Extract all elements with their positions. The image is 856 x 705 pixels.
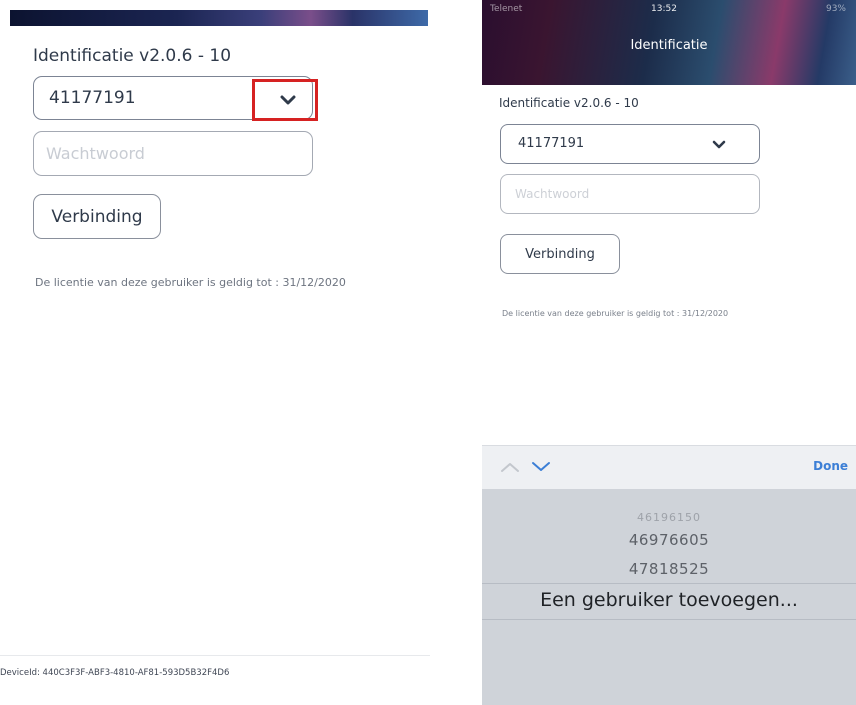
- status-carrier: Telenet: [490, 4, 523, 14]
- picker-option[interactable]: 46196150: [482, 511, 856, 524]
- selected-user-value: 41177191: [49, 88, 136, 108]
- chevron-up-icon[interactable]: [500, 461, 520, 473]
- picker-option[interactable]: 46976605: [482, 531, 856, 549]
- connect-button[interactable]: Verbinding: [500, 234, 620, 274]
- selected-user-value: 41177191: [518, 136, 585, 151]
- picker-option[interactable]: 47818525: [482, 560, 856, 578]
- right-screen: Telenet 13:52 93% Identificatie Identifi…: [482, 0, 856, 705]
- chevron-down-icon: [712, 140, 726, 149]
- dropdown-highlight-box[interactable]: [252, 79, 318, 121]
- password-placeholder: Wachtwoord: [46, 144, 145, 163]
- license-text: De licentie van deze gebruiker is geldig…: [35, 276, 346, 289]
- user-select[interactable]: 41177191: [500, 124, 760, 164]
- chevron-down-icon: [280, 95, 296, 105]
- done-button[interactable]: Done: [813, 459, 848, 473]
- header-bar: Telenet 13:52 93% Identificatie: [482, 0, 856, 85]
- page-title: Identificatie v2.0.6 - 10: [33, 46, 232, 66]
- chevron-down-icon[interactable]: [531, 461, 551, 473]
- picker-selection-bottom-line: [482, 619, 856, 620]
- connect-button[interactable]: Verbinding: [33, 194, 161, 239]
- left-screen: Identificatie v2.0.6 - 10 41177191 Wacht…: [0, 0, 430, 705]
- header-banner: [10, 10, 428, 26]
- footer-divider: [0, 655, 430, 656]
- device-id-text: DeviceId: 440C3F3F-ABF3-4810-AF81-593D5B…: [0, 668, 230, 678]
- picker-selection-top-line: [482, 583, 856, 584]
- status-battery: 93%: [825, 4, 846, 14]
- license-text: De licentie van deze gebruiker is geldig…: [502, 309, 729, 318]
- password-field[interactable]: Wachtwoord: [33, 131, 313, 176]
- header-title: Identificatie: [630, 38, 708, 53]
- picker-toolbar: Done: [482, 445, 856, 489]
- password-field[interactable]: Wachtwoord: [500, 174, 760, 214]
- picker-option-selected[interactable]: Een gebruiker toevoegen...: [482, 589, 856, 611]
- user-picker[interactable]: 46196150 46976605 47818525 Een gebruiker…: [482, 489, 856, 705]
- password-placeholder: Wachtwoord: [515, 187, 590, 201]
- page-title: Identificatie v2.0.6 - 10: [499, 96, 639, 110]
- status-time: 13:52: [651, 4, 677, 14]
